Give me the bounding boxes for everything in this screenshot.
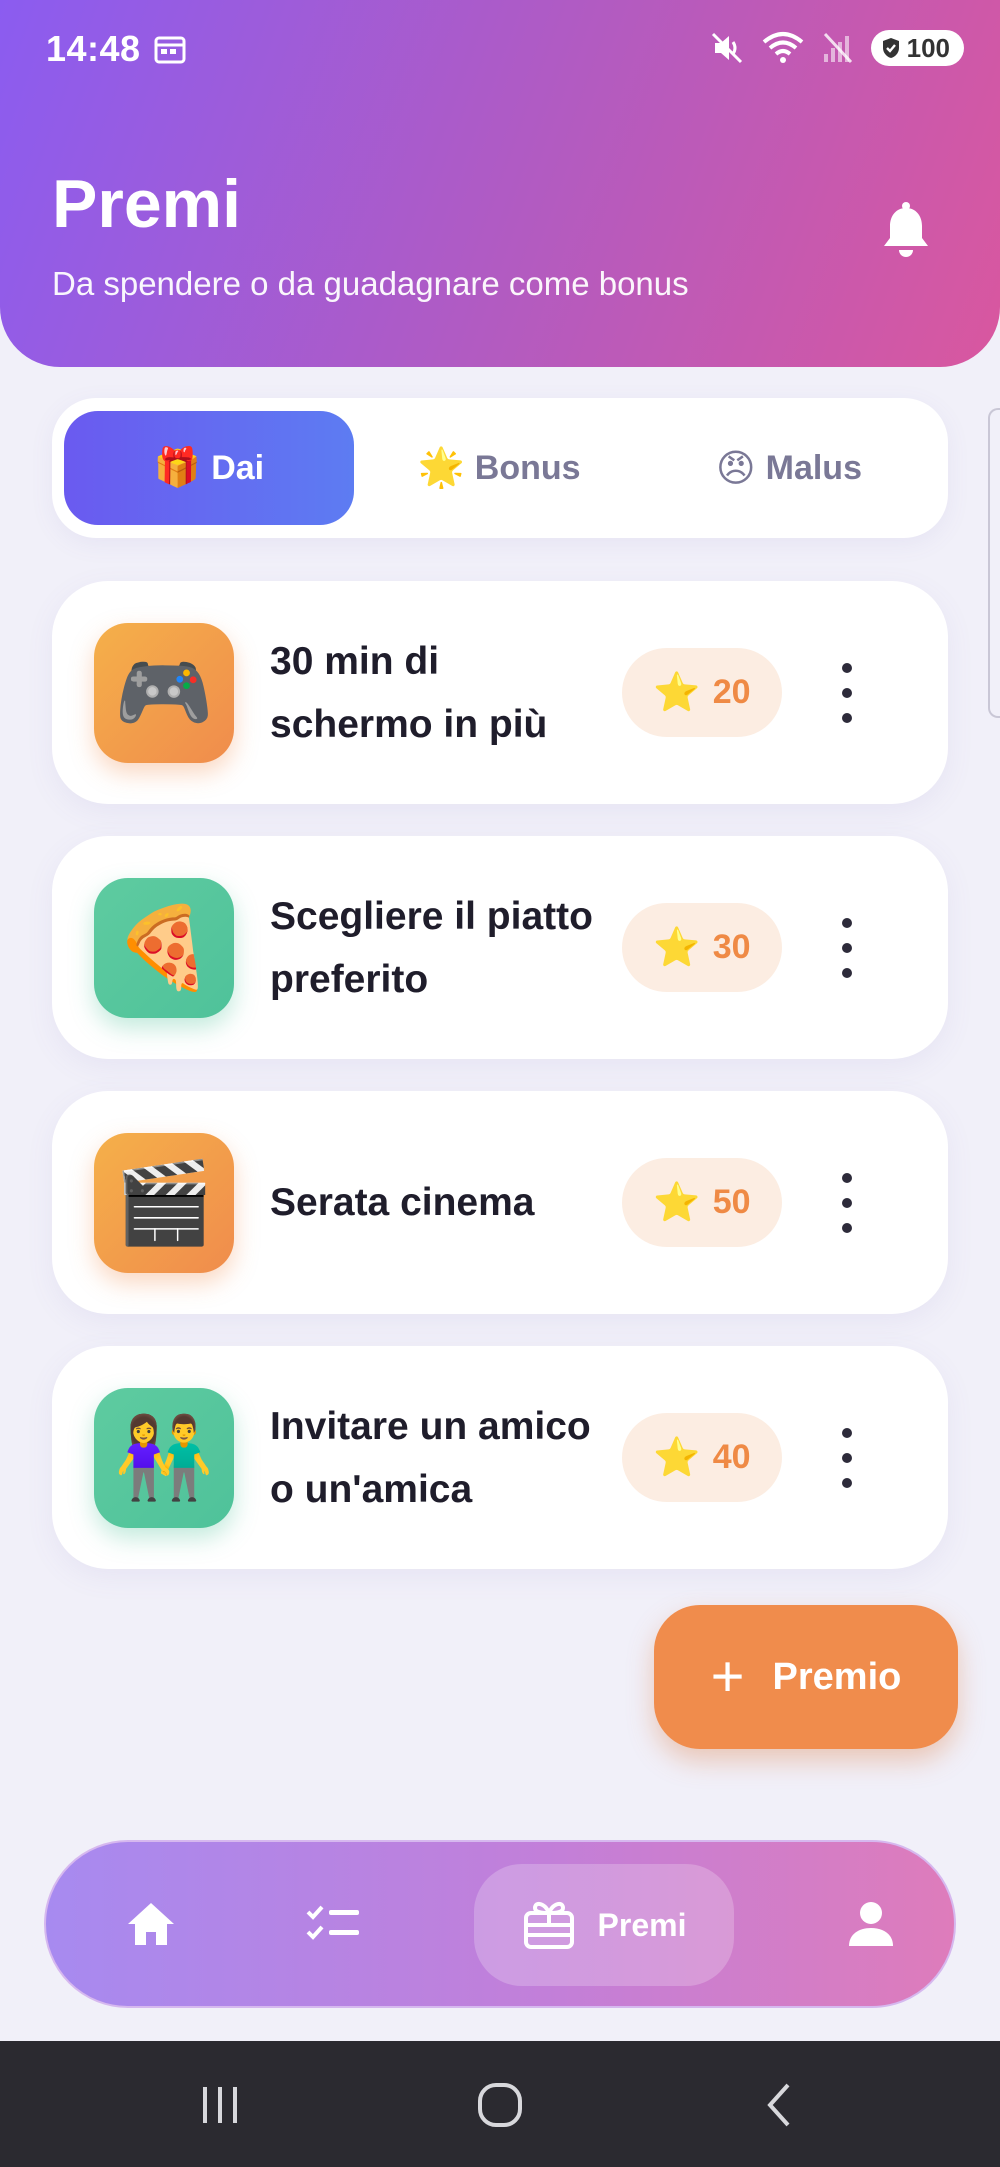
reward-title: Serata cinema bbox=[270, 1181, 535, 1224]
points-value: 50 bbox=[712, 1183, 751, 1221]
bottom-navigation: Premi bbox=[44, 1840, 956, 2008]
bell-icon[interactable] bbox=[880, 200, 932, 260]
status-time: 14:48 bbox=[46, 28, 141, 69]
calendar-icon bbox=[154, 36, 186, 64]
reward-card[interactable]: 🎮 30 min di schermo in più ⭐ 20 bbox=[52, 581, 948, 804]
add-reward-button[interactable]: + Premio bbox=[654, 1605, 958, 1749]
reward-title: 30 min di schermo in più bbox=[270, 639, 548, 746]
more-options-icon[interactable] bbox=[832, 657, 862, 729]
page-title: Premi bbox=[52, 166, 241, 242]
star-icon: ⭐ bbox=[653, 1436, 701, 1479]
header: 14:48 100 Premi Da spendere o da guadagn… bbox=[0, 0, 1000, 367]
points-badge: ⭐ 20 bbox=[622, 648, 782, 737]
tab-bonus[interactable]: 🌟 Bonus bbox=[354, 411, 644, 525]
nav-tasks[interactable] bbox=[268, 1842, 398, 2006]
nav-premi[interactable]: Premi bbox=[474, 1864, 734, 1986]
tab-dai[interactable]: 🎁 Dai bbox=[64, 411, 354, 525]
more-options-icon[interactable] bbox=[832, 1167, 862, 1239]
points-value: 20 bbox=[712, 673, 751, 711]
add-reward-label: Premio bbox=[772, 1655, 902, 1698]
nav-premi-label: Premi bbox=[597, 1906, 687, 1943]
reward-title: Invitare un amico o un'amica bbox=[270, 1404, 591, 1511]
battery-icon bbox=[882, 38, 899, 58]
clapperboard-icon: 🎬 bbox=[94, 1133, 234, 1273]
points-badge: ⭐ 30 bbox=[622, 903, 782, 992]
reward-emoji: 🍕 bbox=[114, 903, 214, 992]
game-controller-icon: 🎮 bbox=[94, 623, 234, 763]
gift-icon bbox=[523, 1901, 574, 1949]
more-options-icon[interactable] bbox=[832, 912, 862, 984]
angry-face-emoji-icon: 😠 bbox=[716, 447, 756, 490]
mute-icon bbox=[711, 32, 742, 64]
wifi-icon bbox=[762, 32, 803, 63]
star-emoji-icon: 🌟 bbox=[417, 447, 465, 489]
back-icon[interactable] bbox=[750, 2075, 810, 2135]
side-scroll-handle[interactable] bbox=[988, 408, 1000, 718]
pizza-icon: 🍕 bbox=[94, 878, 234, 1018]
battery-indicator: 100 bbox=[870, 30, 964, 66]
checklist-icon bbox=[306, 1905, 359, 1940]
points-value: 40 bbox=[712, 1438, 751, 1476]
user-icon bbox=[849, 1902, 893, 1946]
recent-apps-icon[interactable] bbox=[190, 2075, 250, 2135]
reward-title: Scegliere il piatto preferito bbox=[270, 894, 593, 1001]
battery-level: 100 bbox=[906, 32, 950, 63]
reward-emoji: 👫 bbox=[114, 1413, 214, 1502]
more-options-icon[interactable] bbox=[832, 1422, 862, 1494]
reward-card[interactable]: 👫 Invitare un amico o un'amica ⭐ 40 bbox=[52, 1346, 948, 1569]
points-badge: ⭐ 50 bbox=[622, 1158, 782, 1247]
tab-label: Bonus bbox=[474, 448, 581, 487]
gift-emoji-icon: 🎁 bbox=[153, 447, 202, 489]
category-tabs: 🎁 Dai 🌟 Bonus 😠 Malus bbox=[52, 398, 948, 538]
nav-home[interactable] bbox=[86, 1842, 216, 2006]
points-badge: ⭐ 40 bbox=[622, 1413, 782, 1502]
star-icon: ⭐ bbox=[653, 1181, 701, 1224]
home-icon bbox=[128, 1903, 174, 1945]
system-navigation-bar bbox=[0, 2041, 1000, 2167]
reward-emoji: 🎬 bbox=[114, 1158, 214, 1247]
tab-label: Dai bbox=[211, 448, 265, 487]
nav-profile[interactable] bbox=[806, 1842, 936, 2006]
status-icons: 100 bbox=[709, 28, 964, 68]
status-bar: 14:48 100 bbox=[0, 0, 1000, 100]
friends-icon: 👫 bbox=[94, 1388, 234, 1528]
page-subtitle: Da spendere o da guadagnare come bonus bbox=[52, 265, 689, 302]
plus-icon: + bbox=[710, 1644, 745, 1709]
star-icon: ⭐ bbox=[653, 671, 701, 714]
points-value: 30 bbox=[712, 928, 751, 966]
tab-label: Malus bbox=[765, 448, 862, 487]
no-signal-icon bbox=[823, 32, 852, 64]
tab-malus[interactable]: 😠 Malus bbox=[644, 411, 934, 525]
reward-card[interactable]: 🎬 Serata cinema ⭐ 50 bbox=[52, 1091, 948, 1314]
home-circle-icon[interactable] bbox=[470, 2075, 530, 2135]
star-icon: ⭐ bbox=[653, 926, 701, 969]
reward-card[interactable]: 🍕 Scegliere il piatto preferito ⭐ 30 bbox=[52, 836, 948, 1059]
reward-emoji: 🎮 bbox=[114, 648, 214, 737]
